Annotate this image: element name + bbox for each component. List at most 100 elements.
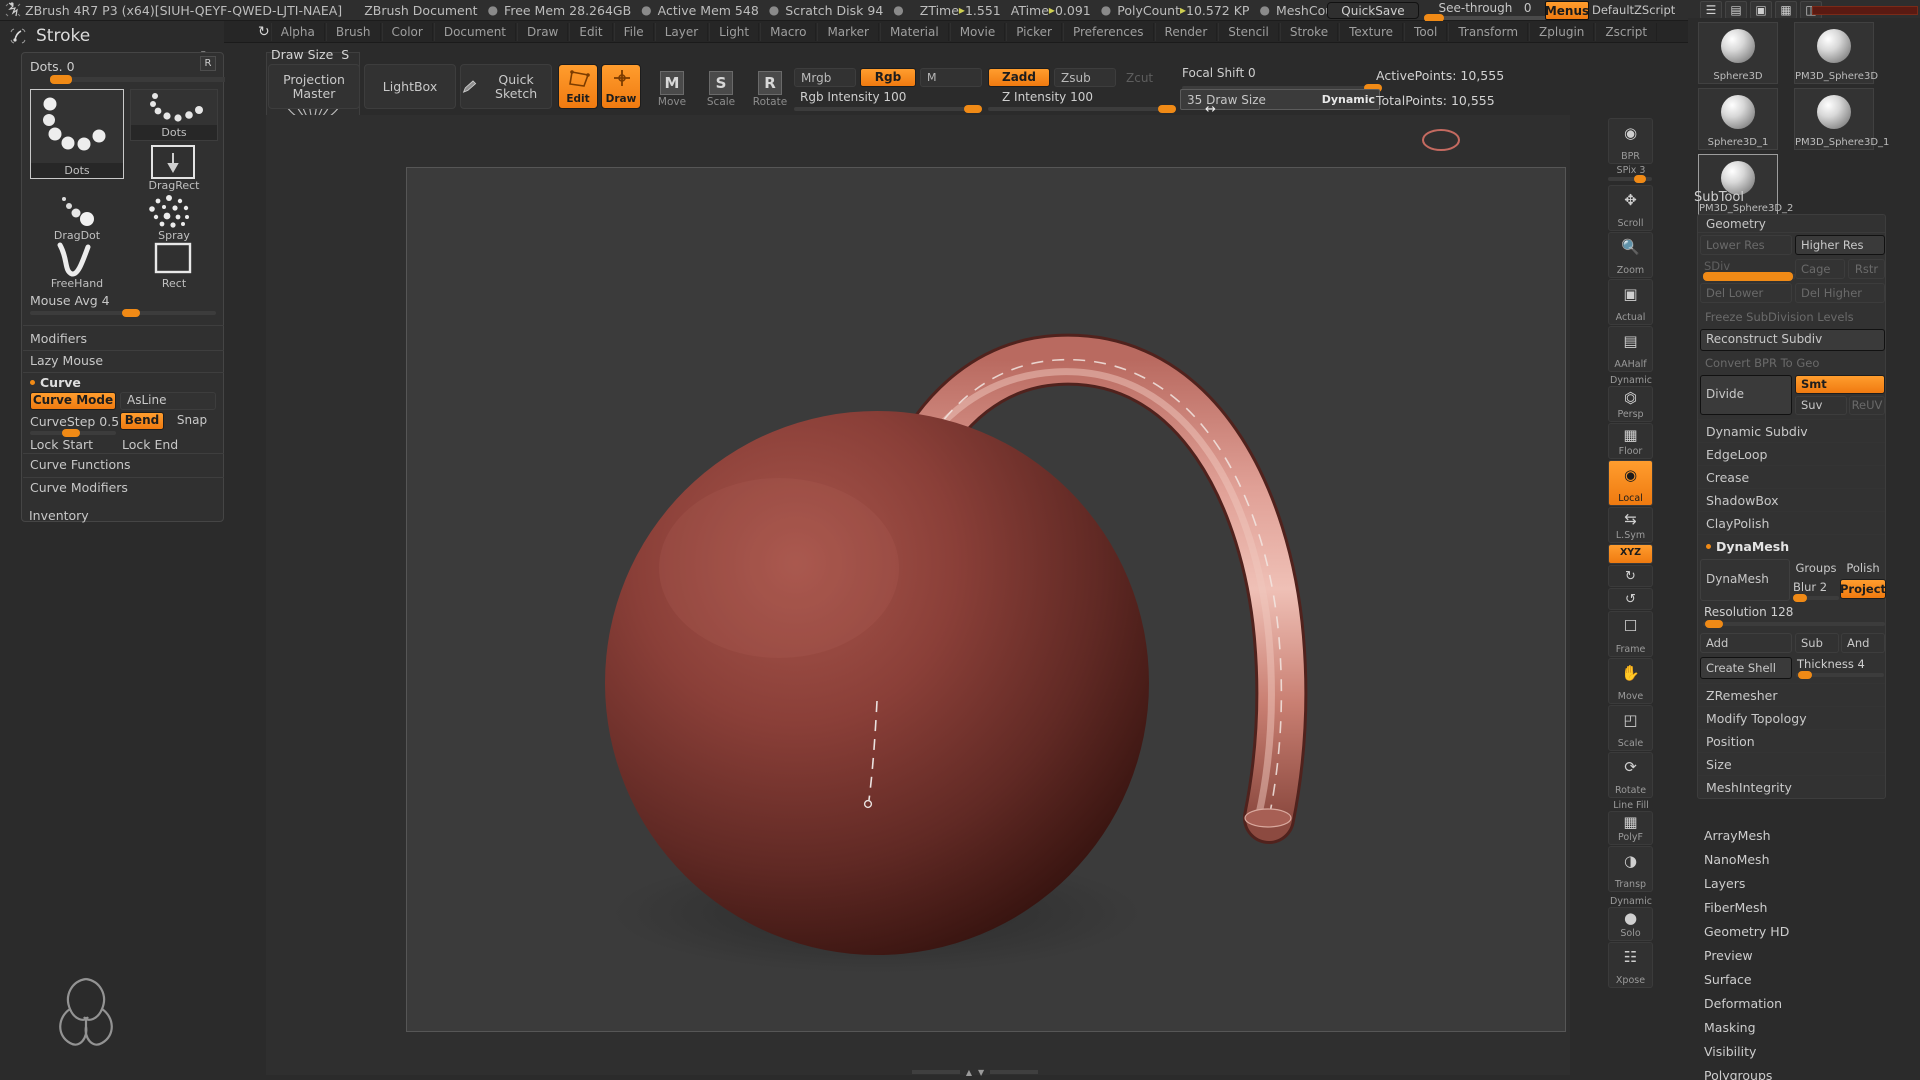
modify-topology-section[interactable]: Modify Topology	[1698, 706, 1885, 729]
section-masking[interactable]: Masking	[1704, 1020, 1904, 1044]
mrgb-button[interactable]: Mrgb	[794, 68, 856, 87]
stroke-swatch-dots[interactable]: Dots	[130, 89, 218, 141]
window-icon[interactable]: ▣	[1750, 1, 1772, 19]
move-gizmo-button[interactable]: ✋ Move	[1608, 658, 1653, 704]
thickness-slider[interactable]	[1796, 671, 1884, 679]
stroke-swatch-rect[interactable]: Rect	[130, 241, 218, 291]
del-higher-button[interactable]: Del Higher	[1795, 283, 1885, 303]
mouse-avg-slider-handle[interactable]	[122, 309, 140, 317]
shadowbox-section[interactable]: ShadowBox	[1698, 488, 1885, 511]
edgeloop-section[interactable]: EdgeLoop	[1698, 442, 1885, 465]
refresh-icon[interactable]: ↻	[258, 24, 270, 40]
menu-item-color[interactable]: Color	[381, 22, 433, 41]
section-nanomesh[interactable]: NanoMesh	[1704, 852, 1904, 876]
cage-button[interactable]: Cage	[1795, 259, 1845, 279]
reuv-button[interactable]: ReUV	[1849, 396, 1885, 415]
frame-rotate-icon-button[interactable]: ↻	[1608, 565, 1653, 587]
grip-icon[interactable]: ☰	[1700, 1, 1722, 19]
dynamesh-section[interactable]: DynaMesh	[1698, 534, 1885, 557]
scroll-up-arrow-icon[interactable]: ▲	[966, 1068, 972, 1077]
and-button[interactable]: And	[1841, 633, 1885, 653]
zcut-button[interactable]: Zcut	[1120, 68, 1176, 87]
menu-item-edit[interactable]: Edit	[569, 22, 613, 41]
actual-button[interactable]: ▣ Actual	[1608, 279, 1653, 325]
menu-item-picker[interactable]: Picker	[1006, 22, 1062, 41]
menu-item-alpha[interactable]: Alpha	[270, 22, 325, 41]
freeze-subdivision-button[interactable]: Freeze SubDivision Levels	[1700, 307, 1885, 327]
section-layers[interactable]: Layers	[1704, 876, 1904, 900]
dynamesh-button[interactable]: DynaMesh	[1700, 559, 1790, 601]
menu-item-preferences[interactable]: Preferences	[1062, 22, 1154, 41]
blur-slider-handle[interactable]	[1793, 594, 1807, 602]
stroke-swatch-spray[interactable]: Spray	[130, 193, 218, 243]
quicksave-button[interactable]: QuickSave	[1327, 2, 1419, 19]
rotate-button[interactable]: R Rotate	[749, 64, 791, 108]
local-button[interactable]: ◉ Local	[1608, 460, 1653, 506]
stroke-dots-slider-handle[interactable]	[50, 75, 72, 84]
menu-item-stroke[interactable]: Stroke	[1279, 22, 1339, 41]
polyf-button[interactable]: ▦ PolyF	[1608, 811, 1653, 845]
menu-item-draw[interactable]: Draw	[517, 22, 569, 41]
sdiv-slider-handle[interactable]	[1703, 272, 1793, 281]
see-through-track[interactable]	[1424, 14, 1546, 22]
transp-button[interactable]: ◑ Transp	[1608, 846, 1653, 892]
del-lower-button[interactable]: Del Lower	[1700, 283, 1792, 303]
lock-start-button[interactable]: Lock Start	[30, 437, 93, 452]
spix-slider-row[interactable]: SPix 3	[1608, 165, 1654, 185]
scroll-button[interactable]: ✥ Scroll	[1608, 185, 1653, 231]
stroke-swatch-dragrect[interactable]: DragRect	[130, 145, 218, 193]
scale-gizmo-button[interactable]: ◰ Scale	[1608, 705, 1653, 751]
scroll-down-arrow-icon[interactable]: ▼	[978, 1068, 984, 1077]
menu-item-material[interactable]: Material	[879, 22, 949, 41]
xyz-button[interactable]: XYZ	[1608, 544, 1653, 564]
claypolish-section[interactable]: ClayPolish	[1698, 511, 1885, 534]
lazy-mouse-section[interactable]: Lazy Mouse	[30, 353, 103, 368]
menu-item-stencil[interactable]: Stencil	[1218, 22, 1279, 41]
subtool-section-title[interactable]: SubTool	[1694, 190, 1920, 205]
zadd-button[interactable]: Zadd	[988, 68, 1050, 87]
menu-item-transform[interactable]: Transform	[1448, 22, 1529, 41]
menu-item-document[interactable]: Document	[433, 22, 517, 41]
scroll-track-right[interactable]	[990, 1070, 1039, 1074]
curve-step-slider[interactable]	[30, 429, 116, 437]
subtool-thumb-pm3d-sphere3d-1[interactable]: PM3D_Sphere3D_1	[1794, 88, 1889, 150]
menu-item-zscript[interactable]: Zscript	[1595, 22, 1658, 41]
quick-sketch-button[interactable]: Quick Sketch	[460, 64, 552, 109]
position-section[interactable]: Position	[1698, 729, 1885, 752]
inventory-section[interactable]: Inventory	[29, 508, 89, 523]
aahalf-button[interactable]: ▤ AAHalf	[1608, 326, 1653, 372]
menu-item-file[interactable]: File	[613, 22, 654, 41]
lsym-button[interactable]: ⇆ L.Sym	[1608, 507, 1653, 543]
xpose-button[interactable]: ☷ Xpose	[1608, 942, 1653, 988]
menu-item-tool[interactable]: Tool	[1404, 22, 1448, 41]
curve-functions-section[interactable]: Curve Functions	[30, 457, 131, 472]
subtool-thumb-sphere3d-1[interactable]: Sphere3D_1	[1698, 88, 1778, 150]
see-through-slider[interactable]: See-through 0	[1424, 1, 1546, 22]
geometry-header[interactable]: Geometry	[1698, 215, 1885, 233]
blur-slider[interactable]	[1793, 594, 1839, 602]
add-button[interactable]: Add	[1700, 633, 1792, 653]
stroke-swatch-dots-large[interactable]: Dots	[30, 89, 124, 179]
as-line-button[interactable]: AsLine	[120, 392, 216, 410]
smt-button[interactable]: Smt	[1795, 375, 1885, 394]
stroke-dots-slider[interactable]	[50, 75, 225, 84]
section-visibility[interactable]: Visibility	[1704, 1044, 1904, 1068]
curve-modifiers-section[interactable]: Curve Modifiers	[30, 480, 128, 495]
size-section[interactable]: Size	[1698, 752, 1885, 775]
menu-item-texture[interactable]: Texture	[1339, 22, 1404, 41]
dynamic-subdiv-section[interactable]: Dynamic Subdiv	[1698, 419, 1885, 442]
curve-mode-button[interactable]: Curve Mode	[30, 392, 116, 410]
section-surface[interactable]: Surface	[1704, 972, 1904, 996]
menu-item-light[interactable]: Light	[709, 22, 760, 41]
bpr-button[interactable]: ◉ BPR	[1608, 118, 1653, 164]
zremesher-section[interactable]: ZRemesher	[1698, 683, 1885, 706]
divide-button[interactable]: Divide	[1700, 375, 1792, 415]
canvas-viewport[interactable]	[406, 167, 1566, 1032]
menu-item-zplugin[interactable]: Zplugin	[1529, 22, 1595, 41]
edit-button[interactable]: Edit	[558, 64, 598, 109]
crease-section[interactable]: Crease	[1698, 465, 1885, 488]
reconstruct-subdiv-button[interactable]: Reconstruct Subdiv	[1700, 329, 1885, 351]
subtool-thumb-pm3d-sphere3d-2[interactable]: PM3D_Sphere3D_2	[1698, 154, 1793, 216]
menu-item-layer[interactable]: Layer	[654, 22, 709, 41]
z-intensity-slider[interactable]	[988, 105, 1176, 113]
